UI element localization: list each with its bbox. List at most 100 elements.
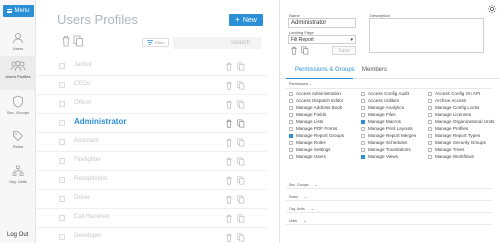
description-field[interactable] xyxy=(369,18,484,53)
copy-icon[interactable] xyxy=(237,157,245,166)
permission-checkbox[interactable]: Manage Lists xyxy=(289,119,323,124)
table-row[interactable]: CEOs xyxy=(37,76,267,95)
trash-icon[interactable] xyxy=(225,233,233,242)
permission-checkbox[interactable]: Manage Fields xyxy=(289,112,326,117)
trash-icon[interactable] xyxy=(225,157,233,166)
checkbox[interactable] xyxy=(428,98,432,103)
copy-icon[interactable] xyxy=(237,214,245,223)
checkbox[interactable] xyxy=(361,112,365,117)
checkbox[interactable] xyxy=(428,147,432,152)
permission-checkbox[interactable]: Manage Trees xyxy=(428,147,464,152)
permission-checkbox[interactable]: Manage Config Locks xyxy=(428,105,479,110)
search-input[interactable] xyxy=(173,37,261,49)
filter-button[interactable]: Filter xyxy=(142,38,169,47)
row-checkbox[interactable] xyxy=(59,63,65,69)
checkbox[interactable] xyxy=(361,147,365,152)
checkbox[interactable] xyxy=(361,98,365,103)
trash-icon[interactable] xyxy=(225,138,233,147)
row-checkbox[interactable] xyxy=(59,158,65,164)
row-checkbox[interactable] xyxy=(59,120,65,126)
permission-checkbox[interactable]: Manage Workflows xyxy=(428,154,474,159)
menu-button[interactable]: Menu xyxy=(3,5,34,17)
permission-checkbox[interactable]: Access Administration xyxy=(289,91,341,96)
permission-checkbox[interactable]: Manage Report Types xyxy=(428,133,480,138)
permissions-section-header[interactable]: Permissions ⌄ xyxy=(289,82,312,86)
copy-icon[interactable] xyxy=(237,81,245,90)
copy-icon[interactable] xyxy=(237,100,245,109)
trash-icon[interactable] xyxy=(225,62,233,71)
row-checkbox[interactable] xyxy=(59,196,65,202)
copy-icon[interactable] xyxy=(237,119,245,128)
checkbox[interactable] xyxy=(289,147,293,152)
checkbox[interactable] xyxy=(361,133,365,138)
trash-icon[interactable] xyxy=(225,195,233,204)
permission-checkbox[interactable]: Access Utilities xyxy=(361,98,399,103)
nav-item-users-profiles[interactable]: Users Profiles xyxy=(0,56,36,90)
checkbox-checked[interactable] xyxy=(289,133,293,138)
table-row[interactable]: Driver xyxy=(37,190,267,209)
trash-icon[interactable] xyxy=(225,100,233,109)
permission-checkbox[interactable]: Manage Profiles xyxy=(428,126,468,131)
nav-item-sec-groups[interactable]: Sec. Groups xyxy=(0,91,36,125)
checkbox[interactable] xyxy=(428,105,432,110)
row-checkbox[interactable] xyxy=(59,101,65,107)
copy-icon[interactable] xyxy=(237,195,245,204)
permission-checkbox[interactable]: Access Config On API xyxy=(428,91,480,96)
checkbox[interactable] xyxy=(361,105,365,110)
permission-checkbox[interactable]: Access Config Audit xyxy=(361,91,409,96)
checkbox[interactable] xyxy=(289,112,293,117)
checkbox[interactable] xyxy=(361,91,365,96)
nav-item-roles[interactable]: Roles xyxy=(0,126,36,160)
copy-icon[interactable] xyxy=(301,46,309,55)
permission-checkbox[interactable]: Manage Schedules xyxy=(361,140,407,145)
permission-checkbox[interactable]: Manage PDF Forms xyxy=(289,126,337,131)
trash-icon[interactable] xyxy=(225,214,233,223)
logout-button[interactable]: Log Out xyxy=(7,232,28,238)
permission-checkbox[interactable]: Manage Analytics xyxy=(361,105,404,110)
checkbox[interactable] xyxy=(428,91,432,96)
name-field[interactable]: Administrator xyxy=(288,18,356,28)
copy-icon[interactable] xyxy=(237,176,245,185)
checkbox[interactable] xyxy=(361,140,365,145)
permission-checkbox[interactable]: Manage Report Groups xyxy=(289,133,344,138)
table-row[interactable]: Firefighter xyxy=(37,152,267,171)
nav-item-org-units[interactable]: Org. Units xyxy=(0,161,36,195)
permission-checkbox[interactable]: Manage Macros xyxy=(361,119,401,124)
permission-checkbox[interactable]: Manage Users xyxy=(289,154,326,159)
save-button[interactable]: Save xyxy=(332,46,356,55)
permission-checkbox[interactable]: Archive Access xyxy=(428,98,466,103)
table-row[interactable]: Call Receiver xyxy=(37,209,267,228)
checkbox[interactable] xyxy=(428,133,432,138)
checkbox-checked[interactable] xyxy=(361,154,365,159)
row-checkbox[interactable] xyxy=(59,215,65,221)
permission-checkbox[interactable]: Manage Organizational Units xyxy=(428,119,494,124)
row-checkbox[interactable] xyxy=(59,82,65,88)
checkbox[interactable] xyxy=(289,98,293,103)
trash-icon[interactable] xyxy=(225,119,233,128)
checkbox[interactable] xyxy=(289,91,293,96)
roles-section-header[interactable]: Roles ⌄ xyxy=(289,194,307,199)
table-row[interactable]: Receptionist xyxy=(37,171,267,190)
tab-permissions-groups[interactable]: Permissions & Groups xyxy=(295,67,355,73)
permission-checkbox[interactable]: Manage Print Layouts xyxy=(361,126,413,131)
row-checkbox[interactable] xyxy=(59,139,65,145)
table-row[interactable]: Janitor xyxy=(37,57,267,76)
units-section-header[interactable]: Units ⌄ xyxy=(289,218,306,223)
permission-checkbox[interactable]: Manage Licenses xyxy=(428,112,471,117)
table-row-selected[interactable]: Administrator xyxy=(37,114,267,133)
trash-icon[interactable] xyxy=(290,46,298,55)
permission-checkbox[interactable]: Manage Address Book xyxy=(289,105,342,110)
sec-groups-section-header[interactable]: Sec. Groups ⌄ xyxy=(289,182,318,187)
table-row[interactable]: Officer xyxy=(37,95,267,114)
permission-checkbox[interactable]: Access Dispatch Editor xyxy=(289,98,343,103)
trash-icon[interactable] xyxy=(225,176,233,185)
trash-icon[interactable] xyxy=(61,35,71,47)
checkbox[interactable] xyxy=(289,126,293,131)
permission-checkbox[interactable]: Manage Roles xyxy=(289,140,326,145)
checkbox[interactable] xyxy=(428,154,432,159)
copy-icon[interactable] xyxy=(237,62,245,71)
new-button[interactable]: + New xyxy=(229,14,263,26)
permission-checkbox[interactable]: Manage Security Groups xyxy=(428,140,486,145)
checkbox[interactable] xyxy=(289,140,293,145)
permission-checkbox[interactable]: Manage Settings xyxy=(289,147,330,152)
